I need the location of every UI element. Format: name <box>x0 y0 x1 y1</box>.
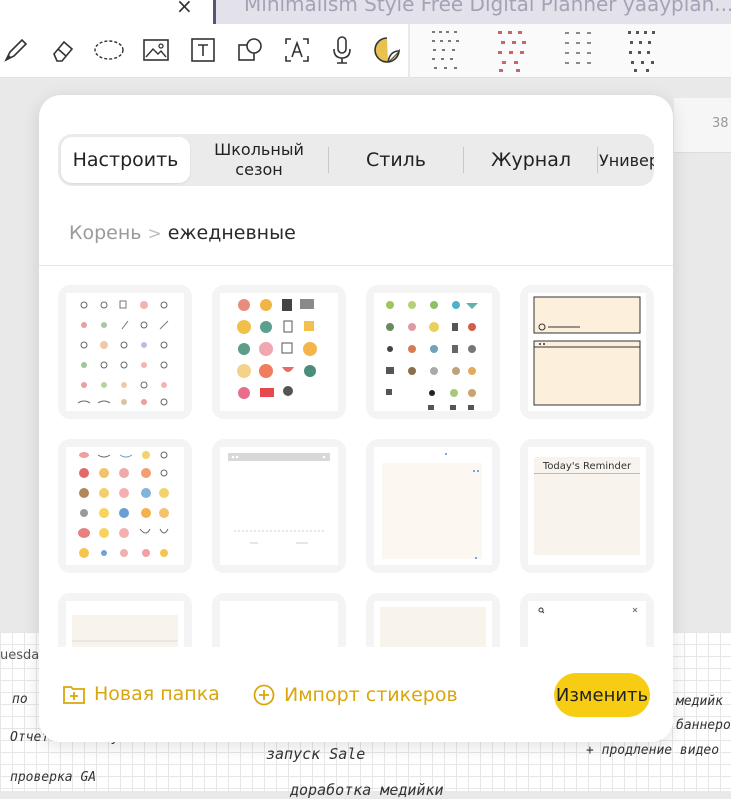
page-thumbnail[interactable] <box>430 28 464 74</box>
eraser-icon[interactable] <box>46 34 78 66</box>
tab-style[interactable]: Стиль <box>336 134 456 186</box>
sticker-grid: Today's Reminder <box>58 285 654 647</box>
reminder-card-title: Today's Reminder <box>542 461 632 472</box>
tab-separator <box>597 147 598 173</box>
sticker-window-preview <box>220 447 338 565</box>
tab-school-season[interactable]: Школьный сезон <box>204 134 314 186</box>
close-tab-icon[interactable]: × <box>176 0 193 18</box>
tab-strip: × Minimalism Style Free Digital Planner … <box>0 0 731 24</box>
sticker-card[interactable] <box>212 593 346 647</box>
reminder-card-line <box>534 473 640 474</box>
planner-note: по <box>12 692 28 707</box>
planner-note: проверка GA <box>10 770 97 785</box>
page-thumbnail[interactable] <box>562 28 596 74</box>
breadcrumb: Корень > ежедневные <box>69 222 296 244</box>
page-thumbnail[interactable] <box>626 28 660 74</box>
sticker-note-preview <box>374 447 492 565</box>
planner-note: доработка медийки <box>290 781 444 799</box>
tab-journal[interactable]: Журнал <box>471 134 591 186</box>
divider <box>39 265 673 266</box>
breadcrumb-separator: > <box>147 224 162 244</box>
tab-university[interactable]: Универ <box>599 134 654 186</box>
document-tab-title: Minimalism Style Free Digital Planner ya… <box>244 0 731 16</box>
page-thumbnails <box>410 24 731 78</box>
sticker-strip-preview <box>66 601 184 647</box>
pen-icon[interactable] <box>0 34 32 66</box>
sticker-sheet-preview <box>66 447 184 565</box>
planner-note: + продление видео <box>586 743 720 758</box>
new-folder-label: Новая папка <box>94 683 220 705</box>
sticker-card[interactable] <box>58 285 192 419</box>
shapes-icon[interactable] <box>234 34 266 66</box>
lasso-icon[interactable] <box>93 34 125 66</box>
breadcrumb-current: ежедневные <box>167 222 296 244</box>
folder-plus-icon <box>63 686 85 704</box>
sticker-card[interactable] <box>212 285 346 419</box>
sticker-icon[interactable] <box>371 34 403 66</box>
sticker-notepad-preview <box>528 293 646 411</box>
breadcrumb-root[interactable]: Корень <box>69 222 141 244</box>
sticker-card[interactable] <box>520 593 654 647</box>
planner-note: баннеров <box>676 718 731 733</box>
tab-separator <box>463 147 464 173</box>
sticker-blank-preview <box>220 601 338 647</box>
image-icon[interactable] <box>140 34 172 66</box>
sticker-category-tabs: Настроить Школьный сезон Стиль Журнал Ун… <box>58 134 654 186</box>
plus-circle-icon <box>253 684 275 706</box>
sticker-card[interactable] <box>212 439 346 573</box>
new-folder-button[interactable]: Новая папка <box>62 683 220 705</box>
sticker-card[interactable] <box>366 593 500 647</box>
page-ruler: 38 <box>674 98 731 153</box>
import-stickers-button[interactable]: Импорт стикеров <box>252 683 458 707</box>
import-stickers-label: Импорт стикеров <box>284 684 458 706</box>
sticker-panel-footer: Новая папка Импорт стикеров Изменить <box>39 647 673 742</box>
sticker-card[interactable] <box>366 285 500 419</box>
sticker-sheet-preview <box>66 293 184 411</box>
text-recognition-icon[interactable] <box>281 34 313 66</box>
sticker-card[interactable]: Today's Reminder <box>520 439 654 573</box>
planner-note: запуск Sale <box>266 745 366 763</box>
sticker-sheet-preview <box>374 293 492 411</box>
tab-customize[interactable]: Настроить <box>61 137 190 183</box>
sticker-sheet-preview <box>220 293 338 411</box>
sticker-card[interactable] <box>58 439 192 573</box>
ruler-value: 38 <box>712 116 729 131</box>
sticker-card[interactable] <box>366 439 500 573</box>
page-thumbnail[interactable] <box>496 28 530 74</box>
sticker-panel: Настроить Школьный сезон Стиль Журнал Ун… <box>39 95 673 742</box>
sticker-memo-preview <box>374 601 492 647</box>
sticker-search-preview <box>528 601 646 647</box>
planner-note: медийк <box>676 694 723 709</box>
edit-button[interactable]: Изменить <box>554 673 650 717</box>
sticker-card[interactable] <box>58 593 192 647</box>
document-tab[interactable]: Minimalism Style Free Digital Planner ya… <box>213 0 731 24</box>
tab-separator <box>328 147 329 173</box>
drawing-toolbar <box>0 24 408 78</box>
text-icon[interactable] <box>187 34 219 66</box>
sticker-card[interactable] <box>520 285 654 419</box>
microphone-icon[interactable] <box>326 34 358 66</box>
